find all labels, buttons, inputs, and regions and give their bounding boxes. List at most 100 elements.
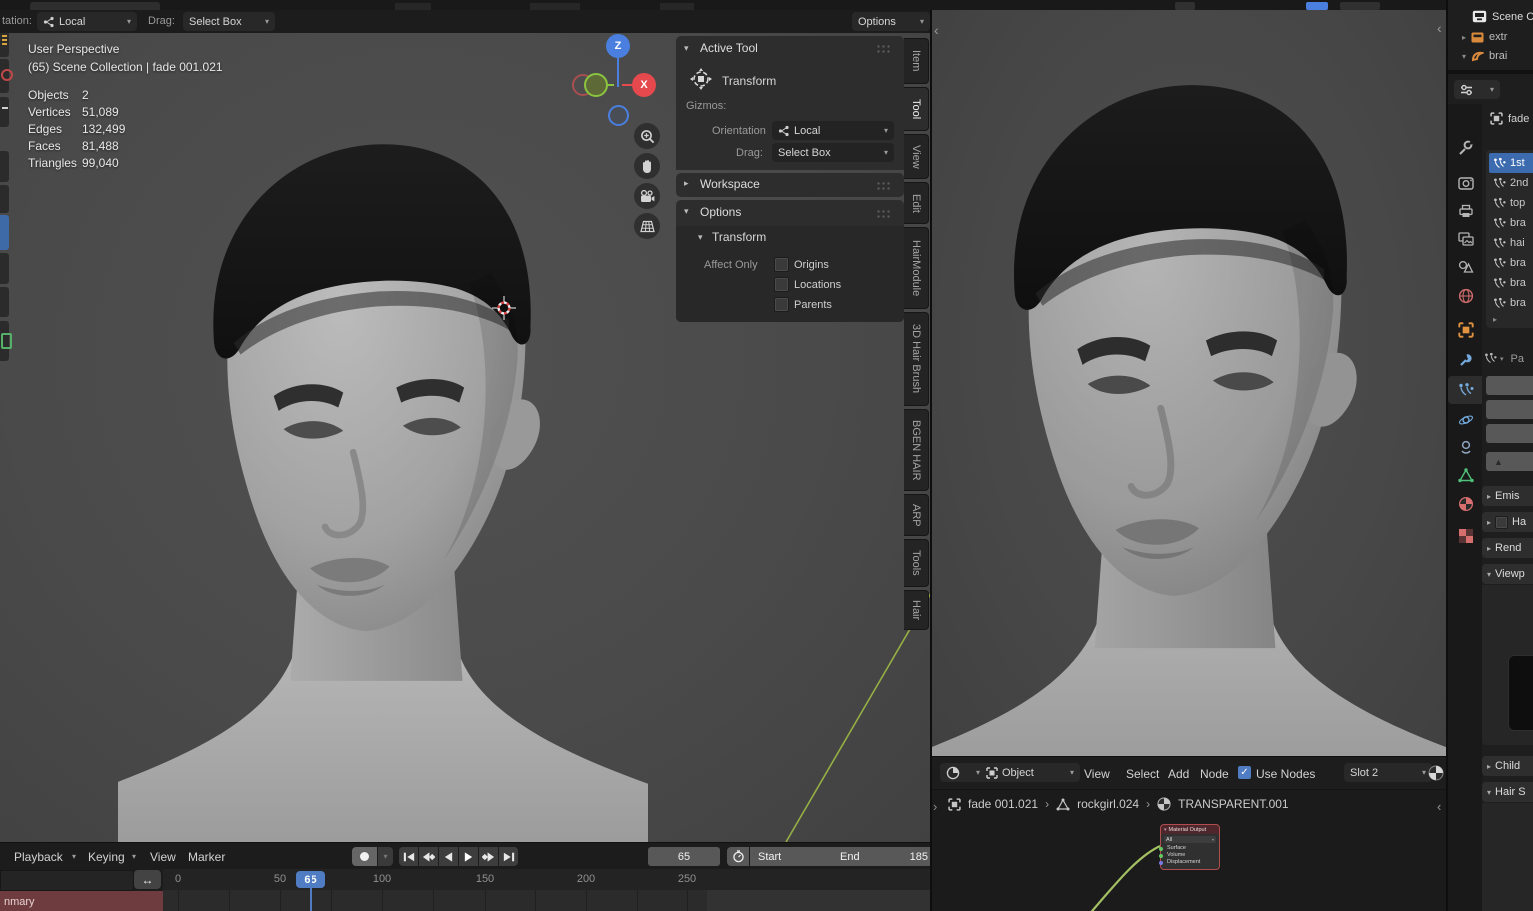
marker-menu[interactable]: Marker bbox=[188, 850, 225, 864]
socket-volume[interactable] bbox=[1159, 854, 1163, 858]
viewport-3d-right[interactable]: ‹ ‹ bbox=[930, 10, 1448, 756]
outliner-curve-brai[interactable]: brai bbox=[1489, 50, 1507, 62]
scene-tab-icon[interactable] bbox=[1458, 260, 1474, 274]
playhead[interactable] bbox=[310, 873, 312, 911]
gizmo-axis-z-neg[interactable] bbox=[608, 105, 629, 126]
properties-object-breadcrumb[interactable]: fade bbox=[1508, 113, 1529, 125]
auto-keying-button[interactable] bbox=[352, 847, 377, 866]
render-panel-header[interactable]: ▸ Rend bbox=[1482, 538, 1533, 558]
play-reverse-button[interactable] bbox=[439, 847, 458, 866]
tab-hairmodule[interactable]: HairModule bbox=[904, 227, 929, 309]
object-tab-icon[interactable] bbox=[1458, 322, 1474, 338]
origins-checkbox[interactable] bbox=[774, 257, 789, 272]
socket-displacement[interactable] bbox=[1159, 861, 1163, 865]
panel-grip[interactable] bbox=[876, 181, 892, 190]
data-up-button[interactable]: ▲ bbox=[1486, 452, 1533, 471]
material-tab-icon[interactable] bbox=[1458, 496, 1474, 512]
tab-item[interactable]: Item bbox=[904, 38, 929, 84]
particle-system-item[interactable]: 2nd bbox=[1489, 173, 1533, 193]
viewport-display-panel-header[interactable]: ▾ Viewp bbox=[1482, 564, 1533, 584]
outliner-scene-collection[interactable]: Scene C bbox=[1492, 11, 1533, 23]
hair-shape-panel-header[interactable]: ▾ Hair S bbox=[1482, 782, 1533, 802]
expand-channels-button[interactable]: ↔ bbox=[134, 870, 161, 889]
view-menu[interactable]: View bbox=[150, 850, 176, 864]
particle-system-item[interactable]: bra bbox=[1489, 293, 1533, 313]
frame-end-field[interactable]: End 185 bbox=[832, 847, 936, 866]
active-tool-header[interactable]: Active Tool bbox=[700, 41, 758, 55]
settings-name-field[interactable] bbox=[1486, 376, 1533, 395]
tab-bgen-hair[interactable]: BGEN HAIR bbox=[904, 409, 929, 491]
next-keyframe-button[interactable] bbox=[479, 847, 498, 866]
use-preview-range-button[interactable] bbox=[727, 847, 749, 866]
particle-system-item[interactable]: top bbox=[1489, 193, 1533, 213]
collapse-arrow-icon[interactable]: ▾ bbox=[684, 206, 689, 217]
toolbar-fragment[interactable] bbox=[0, 33, 9, 57]
np-orientation-dropdown[interactable]: Local ▾ bbox=[772, 121, 894, 140]
drag-dropdown[interactable]: Select Box ▾ bbox=[183, 12, 275, 31]
tab-edit[interactable]: Edit bbox=[904, 182, 929, 224]
panel-grip[interactable] bbox=[876, 209, 892, 218]
pan-button[interactable] bbox=[634, 153, 660, 179]
children-panel-header[interactable]: ▸ Child bbox=[1482, 756, 1533, 776]
particle-system-item[interactable]: bra bbox=[1489, 273, 1533, 293]
particle-settings-icon[interactable] bbox=[1484, 352, 1497, 365]
toolbar-fragment[interactable] bbox=[0, 151, 9, 182]
collapse-panel-chevron[interactable]: ‹ bbox=[1437, 20, 1442, 36]
orientation-dropdown[interactable]: Local ▾ bbox=[37, 12, 137, 31]
tab-hair[interactable]: Hair bbox=[904, 590, 929, 630]
particle-system-item[interactable]: bra bbox=[1489, 253, 1533, 273]
particle-system-item[interactable]: hai bbox=[1489, 233, 1533, 253]
data-tab-icon[interactable] bbox=[1458, 468, 1474, 483]
playback-menu[interactable]: Playback bbox=[14, 850, 63, 864]
head-model[interactable] bbox=[930, 50, 1448, 756]
toolbar-fragment[interactable] bbox=[0, 253, 9, 284]
keying-menu[interactable]: Keying bbox=[88, 850, 125, 864]
particle-settings-label[interactable]: Pa bbox=[1511, 353, 1524, 365]
particles-tab-active[interactable] bbox=[1448, 376, 1482, 404]
texture-tab-icon[interactable] bbox=[1458, 528, 1474, 544]
material-output-node[interactable]: ▾ Material Output All ▾ Surface Volume Di… bbox=[1159, 824, 1220, 870]
toolbar-fragment[interactable] bbox=[0, 59, 13, 93]
hair-dynamics-panel-header[interactable]: ▸ Ha bbox=[1482, 512, 1533, 532]
tab-view[interactable]: View bbox=[904, 134, 929, 179]
play-button[interactable] bbox=[459, 847, 478, 866]
properties-editor-type-dropdown[interactable]: ▾ bbox=[1454, 80, 1500, 99]
disclosure-arrow-icon[interactable]: ▸ bbox=[1462, 33, 1466, 42]
constraints-tab-icon[interactable] bbox=[1458, 440, 1474, 456]
gizmo-axis-z[interactable]: Z bbox=[606, 34, 630, 58]
options-header[interactable]: Options bbox=[700, 205, 741, 219]
zoom-button[interactable] bbox=[634, 123, 660, 149]
tab-3d-hair-brush[interactable]: 3D Hair Brush bbox=[904, 312, 929, 406]
collapse-panel-chevron[interactable]: ‹ bbox=[934, 22, 939, 38]
particle-system-item[interactable]: bra bbox=[1489, 213, 1533, 233]
modifier-tab-icon[interactable] bbox=[1458, 352, 1474, 368]
toolbar-fragment[interactable] bbox=[0, 321, 12, 361]
jump-to-start-button[interactable] bbox=[399, 847, 418, 866]
emission-panel-header[interactable]: ▸ Emis bbox=[1482, 486, 1533, 506]
gizmo-axis-y-neg[interactable] bbox=[584, 73, 608, 97]
workspace-panel-header[interactable]: ▸ Workspace bbox=[676, 173, 904, 197]
socket-surface[interactable] bbox=[1159, 847, 1163, 851]
settings-field[interactable] bbox=[1486, 400, 1533, 419]
current-frame-field[interactable]: 65 bbox=[648, 847, 720, 866]
physics-tab-icon[interactable] bbox=[1458, 412, 1474, 428]
keying-set-dropdown[interactable]: ▾ bbox=[378, 847, 393, 866]
ortho-toggle-button[interactable] bbox=[634, 213, 660, 239]
world-tab-icon[interactable] bbox=[1458, 288, 1474, 304]
toolbar-fragment[interactable] bbox=[0, 97, 9, 127]
timeline-tracks[interactable] bbox=[163, 890, 930, 911]
toolbar-fragment-active[interactable] bbox=[0, 215, 9, 250]
node-target-dropdown[interactable]: All ▾ bbox=[1164, 836, 1216, 843]
locations-checkbox[interactable] bbox=[774, 277, 789, 292]
navigation-gizmo[interactable]: Z X bbox=[560, 30, 670, 140]
options-dropdown[interactable]: Options ▾ bbox=[852, 12, 930, 31]
hair-dynamics-checkbox[interactable] bbox=[1495, 515, 1509, 529]
tab-tool[interactable]: Tool bbox=[904, 87, 929, 131]
collapse-arrow-icon[interactable]: ▾ bbox=[684, 43, 689, 54]
list-scroll-arrow-icon[interactable]: ▸ bbox=[1489, 315, 1497, 324]
np-drag-dropdown[interactable]: Select Box ▾ bbox=[772, 143, 894, 162]
summary-channel-row[interactable]: nmary bbox=[0, 891, 163, 911]
jump-to-end-button[interactable] bbox=[499, 847, 518, 866]
output-tab-icon[interactable] bbox=[1458, 204, 1474, 218]
outliner-collection-extr[interactable]: extr bbox=[1489, 31, 1507, 43]
